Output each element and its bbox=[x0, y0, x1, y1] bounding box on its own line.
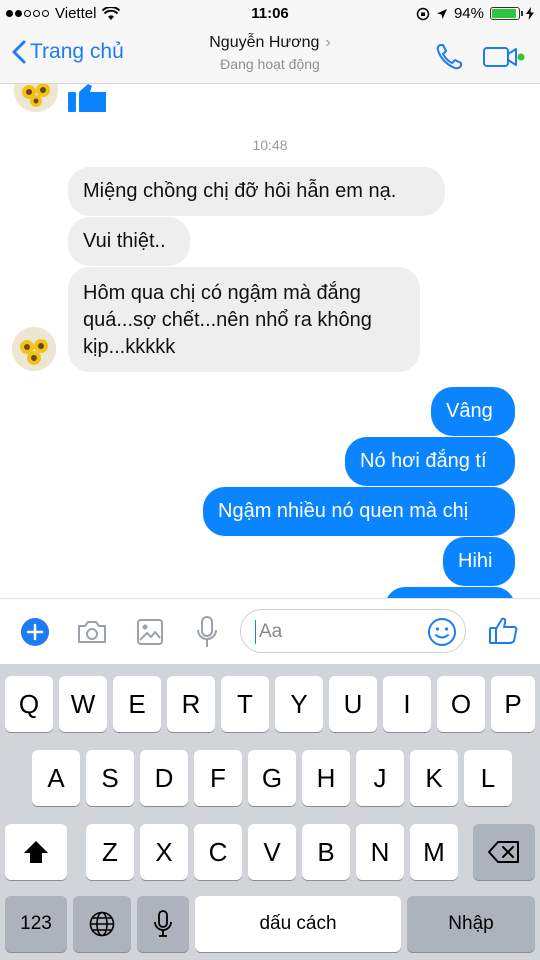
received-message-bubble[interactable]: Vui thiệt.. bbox=[68, 217, 190, 266]
key-x[interactable]: X bbox=[140, 824, 188, 880]
key-i[interactable]: I bbox=[383, 676, 431, 732]
on-screen-keyboard: Q W E R T Y U I O P A S D F G H J K L Z … bbox=[0, 664, 540, 960]
message-text: Ngậm nhiều nó quen mà chị bbox=[218, 500, 469, 522]
sent-message-bubble[interactable]: Ngậm nhiều nó quen mà chị bbox=[203, 487, 515, 536]
key-f[interactable]: F bbox=[194, 750, 242, 806]
key-o[interactable]: O bbox=[437, 676, 485, 732]
key-j[interactable]: J bbox=[356, 750, 404, 806]
shift-key[interactable] bbox=[5, 824, 67, 880]
numbers-key[interactable]: 123 bbox=[5, 896, 67, 952]
contact-name: Nguyễn Hương bbox=[209, 34, 320, 51]
space-key[interactable]: dấu cách bbox=[195, 896, 401, 952]
contact-avatar[interactable] bbox=[14, 84, 58, 112]
key-m[interactable]: M bbox=[410, 824, 458, 880]
backspace-icon bbox=[488, 841, 519, 863]
message-timestamp: 10:48 bbox=[252, 137, 288, 153]
like-sticker-icon bbox=[68, 84, 106, 112]
key-s[interactable]: S bbox=[86, 750, 134, 806]
microphone-icon bbox=[154, 910, 172, 937]
received-message-bubble[interactable]: Hôm qua chị có ngậm mà đắng quá...sợ chế… bbox=[68, 267, 420, 372]
key-g[interactable]: G bbox=[248, 750, 296, 806]
sent-message-bubble[interactable]: Hihi bbox=[443, 537, 515, 586]
contact-status: Đang hoạt động bbox=[220, 56, 320, 72]
rotation-lock-icon bbox=[416, 7, 430, 20]
charging-bolt-icon bbox=[526, 7, 534, 20]
key-r[interactable]: R bbox=[167, 676, 215, 732]
key-u[interactable]: U bbox=[329, 676, 377, 732]
key-w[interactable]: W bbox=[59, 676, 107, 732]
key-c[interactable]: C bbox=[194, 824, 242, 880]
message-composer: Aa bbox=[0, 598, 540, 664]
message-text: Hihi bbox=[458, 550, 493, 572]
image-icon[interactable] bbox=[136, 618, 164, 646]
contact-info[interactable]: Nguyễn Hương › Đang hoạt động bbox=[150, 34, 390, 72]
sent-message-bubble-partial[interactable] bbox=[385, 587, 515, 598]
return-key[interactable]: Nhập bbox=[407, 896, 535, 952]
video-call-icon[interactable] bbox=[482, 44, 526, 70]
message-text-line: Hôm qua chị có ngậm mà đắng bbox=[83, 282, 361, 304]
sent-message-bubble[interactable]: Vâng bbox=[431, 387, 515, 436]
message-text-line: kịp...kkkkk bbox=[83, 336, 176, 358]
key-l[interactable]: L bbox=[464, 750, 512, 806]
key-t[interactable]: T bbox=[221, 676, 269, 732]
message-text-line: quá...sợ chết...nên nhổ ra không bbox=[83, 309, 372, 331]
phone-icon[interactable] bbox=[434, 42, 464, 72]
key-d[interactable]: D bbox=[140, 750, 188, 806]
conversation-header: Trang chủ Nguyễn Hương › Đang hoạt động bbox=[0, 28, 540, 84]
back-label: Trang chủ bbox=[30, 40, 124, 63]
message-list[interactable]: 10:48 Miệng chồng chị đỡ hôi hẫn em nạ. … bbox=[0, 84, 540, 598]
battery-icon bbox=[490, 7, 523, 20]
key-v[interactable]: V bbox=[248, 824, 296, 880]
message-input[interactable]: Aa bbox=[240, 609, 466, 653]
microphone-icon[interactable] bbox=[196, 615, 218, 649]
key-h[interactable]: H bbox=[302, 750, 350, 806]
emoji-icon[interactable] bbox=[427, 617, 457, 647]
status-bar: Viettel 11:06 94% bbox=[0, 0, 540, 28]
battery-level-fill bbox=[492, 9, 517, 18]
location-arrow-icon bbox=[436, 8, 447, 19]
backspace-key[interactable] bbox=[473, 824, 535, 880]
key-n[interactable]: N bbox=[356, 824, 404, 880]
contact-avatar[interactable] bbox=[12, 327, 56, 371]
back-button[interactable]: Trang chủ bbox=[12, 40, 124, 64]
text-caret bbox=[255, 620, 256, 644]
key-y[interactable]: Y bbox=[275, 676, 323, 732]
message-text: Vui thiệt.. bbox=[83, 230, 166, 252]
key-p[interactable]: P bbox=[491, 676, 535, 732]
message-input-placeholder: Aa bbox=[259, 621, 283, 642]
battery-percent: 94% bbox=[453, 5, 484, 22]
key-b[interactable]: B bbox=[302, 824, 350, 880]
thumbs-up-icon[interactable] bbox=[488, 615, 518, 645]
key-z[interactable]: Z bbox=[86, 824, 134, 880]
message-text: Vâng bbox=[446, 400, 493, 422]
key-k[interactable]: K bbox=[410, 750, 458, 806]
key-q[interactable]: Q bbox=[5, 676, 53, 732]
message-text: Nó hơi đắng tí bbox=[360, 450, 487, 472]
globe-icon bbox=[89, 911, 115, 937]
plus-icon[interactable] bbox=[20, 617, 50, 647]
shift-arrow-icon bbox=[24, 841, 48, 863]
dictation-key[interactable] bbox=[137, 896, 189, 952]
chevron-left-icon bbox=[12, 40, 26, 64]
received-message-bubble[interactable]: Miệng chồng chị đỡ hôi hẫn em nạ. bbox=[68, 167, 445, 216]
header-actions bbox=[434, 42, 526, 72]
message-text: Miệng chồng chị đỡ hôi hẫn em nạ. bbox=[83, 180, 397, 202]
key-a[interactable]: A bbox=[32, 750, 80, 806]
sunflower-avatar-image bbox=[12, 327, 56, 371]
key-e[interactable]: E bbox=[113, 676, 161, 732]
sunflower-avatar-image bbox=[14, 84, 58, 112]
globe-key[interactable] bbox=[73, 896, 131, 952]
camera-icon[interactable] bbox=[76, 619, 108, 645]
chevron-right-icon: › bbox=[325, 34, 331, 51]
status-right: 94% bbox=[416, 5, 534, 22]
sent-message-bubble[interactable]: Nó hơi đắng tí bbox=[345, 437, 515, 486]
